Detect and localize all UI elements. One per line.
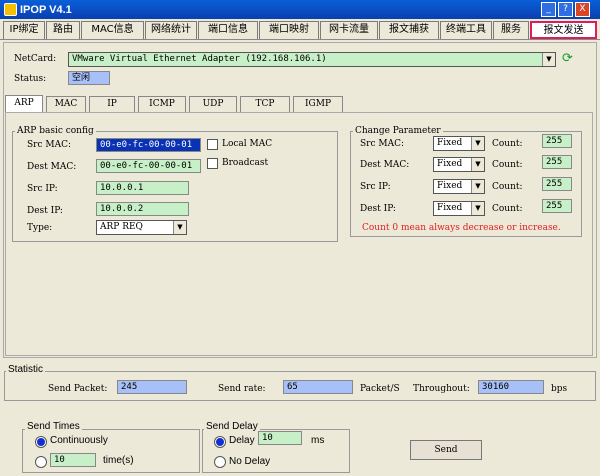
src-ip-label: Src IP: [27, 184, 58, 194]
times-count-input[interactable]: 10 [50, 453, 96, 467]
close-button[interactable]: X [575, 2, 590, 17]
delay-value-input[interactable]: 10 [258, 431, 302, 445]
tab-terminal-tools[interactable]: 终端工具 [440, 21, 492, 39]
statistic-title: Statistic [6, 364, 46, 375]
refresh-icon[interactable]: ⟳ [562, 52, 573, 66]
tab-ip-binding[interactable]: IP绑定 [3, 21, 45, 39]
change-group-title: Change Parameter [353, 126, 443, 136]
broadcast-checkbox[interactable] [207, 158, 218, 169]
change-src-mac-count[interactable]: 255 [542, 134, 572, 148]
delay-unit: ms [311, 435, 325, 446]
subtab-arp[interactable]: ARP [5, 95, 43, 113]
send-delay-title: Send Delay [204, 421, 260, 432]
type-select[interactable]: ARP REQ ▼ [96, 220, 187, 235]
dest-mac-input[interactable]: 00-e0-fc-00-00-01 [96, 159, 201, 173]
throughput-label: Throughout: [413, 384, 470, 394]
send-rate-value: 65 [283, 380, 353, 394]
throughput-unit: bps [551, 384, 568, 394]
broadcast-label: Broadcast [222, 158, 269, 168]
change-src-ip-count[interactable]: 255 [542, 177, 572, 191]
count-label: Count: [492, 139, 523, 149]
chevron-down-icon: ▼ [173, 221, 186, 234]
change-dest-ip-count[interactable]: 255 [542, 199, 572, 213]
src-ip-input[interactable]: 10.0.0.1 [96, 181, 189, 195]
subtab-icmp[interactable]: ICMP [138, 96, 186, 112]
mode-value: Fixed [437, 203, 463, 213]
change-src-mac-label: Src MAC: [360, 139, 405, 149]
continuously-radio[interactable] [35, 436, 47, 448]
throughput-value: 30160 [478, 380, 544, 394]
minimize-button[interactable]: _ [541, 2, 556, 17]
change-dest-mac-label: Dest MAC: [360, 160, 410, 170]
subtab-igmp[interactable]: IGMP [293, 96, 343, 112]
status-value: 空闲 [68, 71, 110, 85]
change-src-ip-mode[interactable]: Fixed ▼ [433, 179, 485, 194]
continuously-label: Continuously [50, 435, 108, 446]
no-delay-radio[interactable] [214, 456, 226, 468]
count-note: Count 0 mean always decrease or increase… [362, 223, 561, 233]
window-title: IPOP V4.1 [20, 3, 72, 16]
count-label: Count: [492, 160, 523, 170]
chevron-down-icon: ▼ [542, 53, 555, 66]
tab-nic-traffic[interactable]: 网卡流量 [320, 21, 378, 39]
netcard-select[interactable]: VMware Virtual Ethernet Adapter (192.168… [68, 52, 556, 67]
help-button[interactable]: ? [558, 2, 573, 17]
src-mac-label: Src MAC: [27, 140, 72, 150]
tab-packet-capture[interactable]: 报文捕获 [379, 21, 439, 39]
send-packet-label: Send Packet: [48, 384, 108, 394]
count-label: Count: [492, 182, 523, 192]
rate-unit: Packet/S [360, 384, 400, 394]
send-times-group [22, 429, 200, 473]
times-radio[interactable] [35, 456, 47, 468]
tab-service[interactable]: 服务 [493, 21, 529, 39]
dest-ip-label: Dest IP: [27, 206, 63, 216]
mode-value: Fixed [437, 181, 463, 191]
mode-value: Fixed [437, 159, 463, 169]
tab-port-info[interactable]: 端口信息 [198, 21, 258, 39]
type-value: ARP REQ [100, 222, 143, 232]
chevron-down-icon: ▼ [471, 158, 484, 171]
delay-label: Delay [229, 435, 255, 446]
delay-radio[interactable] [214, 436, 226, 448]
arp-group-title: ARP basic config [15, 126, 96, 136]
send-packet-value: 245 [117, 380, 187, 394]
local-mac-checkbox[interactable] [207, 139, 218, 150]
tab-route[interactable]: 路由 [46, 21, 80, 39]
change-src-mac-mode[interactable]: Fixed ▼ [433, 136, 485, 151]
subtab-mac[interactable]: MAC [46, 96, 86, 112]
dest-mac-label: Dest MAC: [27, 162, 77, 172]
main-tab-bar: IP绑定 路由 MAC信息 网络统计 端口信息 端口映射 网卡流量 报文捕获 终… [0, 20, 600, 40]
local-mac-label: Local MAC [222, 139, 273, 149]
tab-network-stats[interactable]: 网络统计 [145, 21, 197, 39]
count-label: Count: [492, 204, 523, 214]
send-times-title: Send Times [25, 421, 82, 432]
chevron-down-icon: ▼ [471, 202, 484, 215]
netcard-value: VMware Virtual Ethernet Adapter (192.168… [72, 54, 327, 64]
chevron-down-icon: ▼ [471, 180, 484, 193]
status-label: Status: [14, 74, 47, 84]
type-label: Type: [27, 223, 53, 233]
send-rate-label: Send rate: [218, 384, 266, 394]
change-dest-mac-count[interactable]: 255 [542, 155, 572, 169]
times-unit: time(s) [103, 455, 134, 466]
tab-packet-send[interactable]: 报文发送 [530, 21, 597, 39]
tab-port-mapping[interactable]: 端口映射 [259, 21, 319, 39]
change-dest-ip-label: Dest IP: [360, 204, 396, 214]
app-icon [4, 3, 17, 16]
change-dest-ip-mode[interactable]: Fixed ▼ [433, 201, 485, 216]
subtab-udp[interactable]: UDP [189, 96, 237, 112]
src-mac-input[interactable]: 00-e0-fc-00-00-01 [96, 138, 201, 152]
tab-mac-info[interactable]: MAC信息 [81, 21, 144, 39]
mode-value: Fixed [437, 138, 463, 148]
change-src-ip-label: Src IP: [360, 182, 391, 192]
title-bar: IPOP V4.1 ? _ X [0, 0, 600, 19]
no-delay-label: No Delay [229, 456, 271, 467]
netcard-label: NetCard: [14, 54, 57, 64]
send-button[interactable]: Send [410, 440, 482, 460]
subtab-ip[interactable]: IP [89, 96, 135, 112]
chevron-down-icon: ▼ [471, 137, 484, 150]
subtab-tcp[interactable]: TCP [240, 96, 290, 112]
change-dest-mac-mode[interactable]: Fixed ▼ [433, 157, 485, 172]
dest-ip-input[interactable]: 10.0.0.2 [96, 202, 189, 216]
